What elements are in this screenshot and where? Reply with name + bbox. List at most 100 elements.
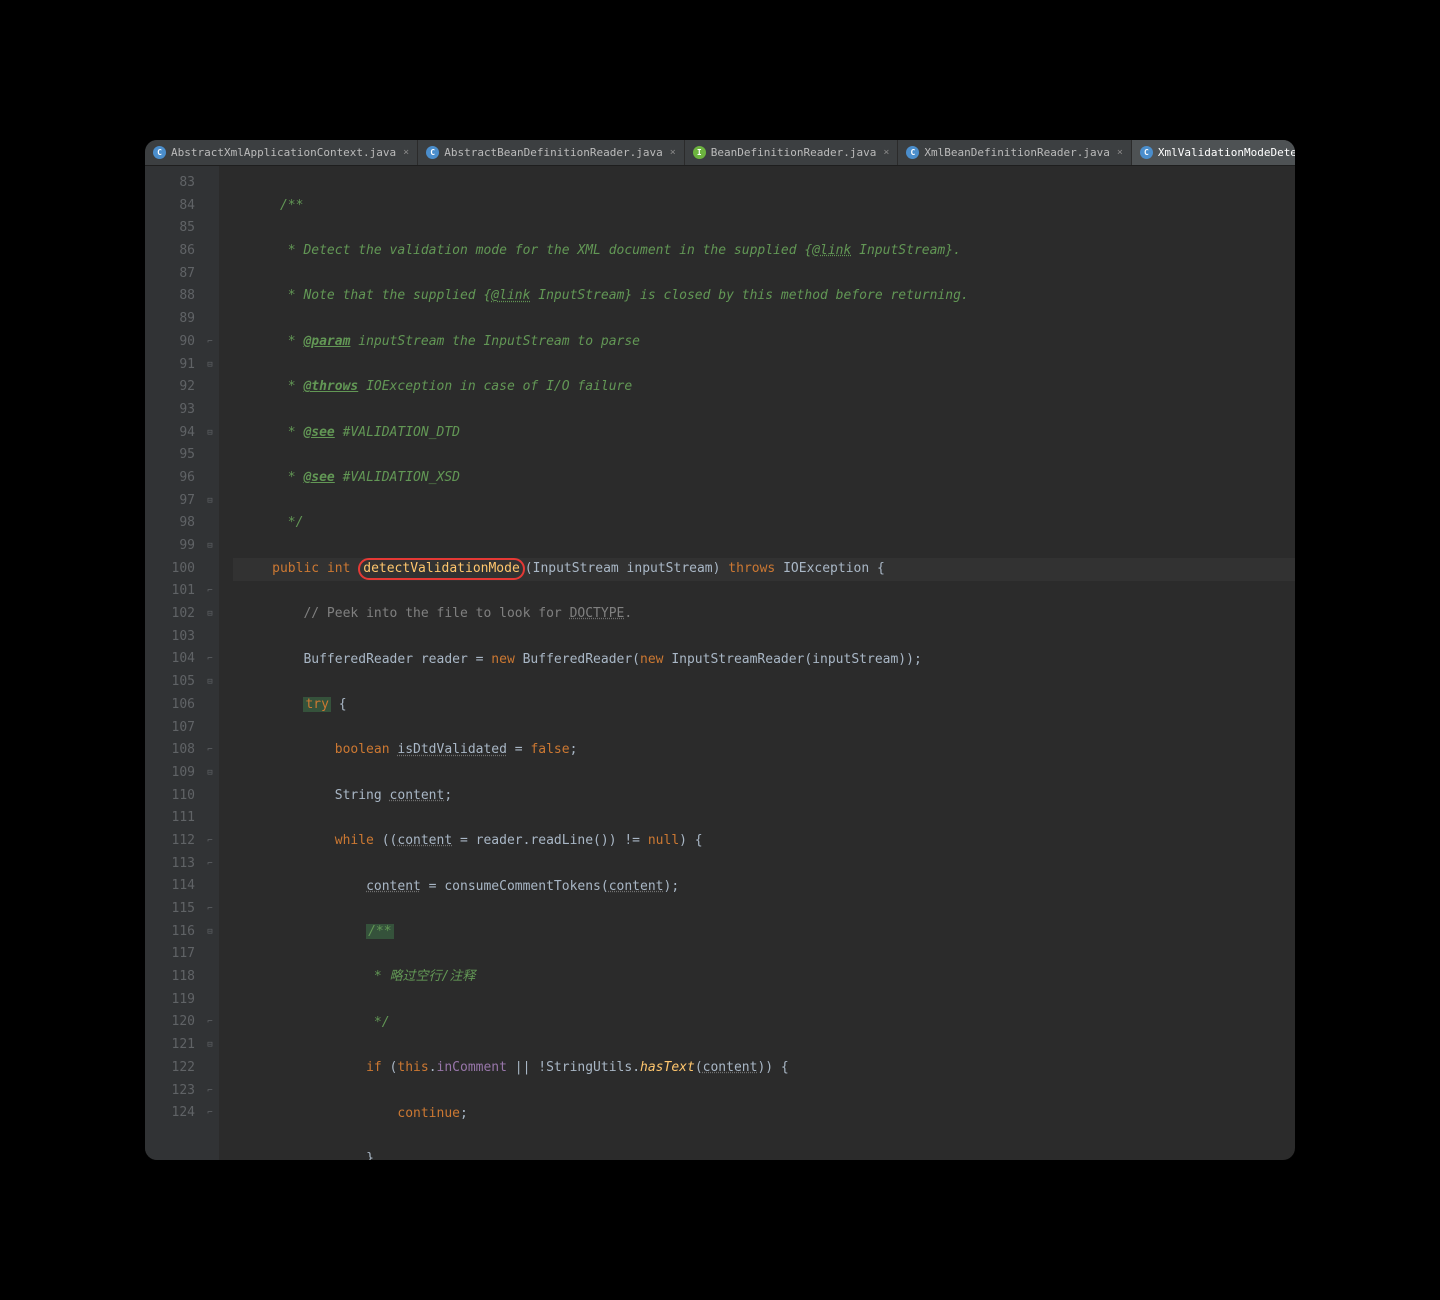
fold-marker[interactable] (201, 172, 219, 195)
line-number[interactable]: 114 (145, 875, 195, 898)
fold-marker[interactable]: ⊟ (201, 535, 219, 558)
fold-marker[interactable]: ⊟ (201, 354, 219, 377)
line-number[interactable]: 100 (145, 558, 195, 581)
fold-marker[interactable]: ⊟ (201, 490, 219, 513)
close-icon[interactable]: × (403, 147, 409, 158)
doc-open: /** (280, 198, 303, 213)
fold-marker[interactable]: ⌐ (201, 739, 219, 762)
line-number[interactable]: 112 (145, 830, 195, 853)
comment: . (624, 606, 632, 621)
line-number[interactable]: 123 (145, 1080, 195, 1103)
doc-see-tag: @see (303, 425, 334, 440)
fold-marker[interactable] (201, 512, 219, 535)
code-area[interactable]: /** * Detect the validation mode for the… (219, 166, 1295, 1160)
fold-marker[interactable]: ⌐ (201, 580, 219, 603)
editor-tab[interactable]: IBeanDefinitionReader.java× (685, 140, 899, 165)
editor-tab[interactable]: CAbstractXmlApplicationContext.java× (145, 140, 418, 165)
line-number[interactable]: 106 (145, 694, 195, 717)
close-icon[interactable]: × (1117, 147, 1123, 158)
line-number[interactable]: 93 (145, 399, 195, 422)
fold-marker[interactable] (201, 308, 219, 331)
line-number[interactable]: 101 (145, 580, 195, 603)
line-number[interactable]: 104 (145, 648, 195, 671)
fold-marker[interactable]: ⊟ (201, 422, 219, 445)
close-icon[interactable]: × (883, 147, 889, 158)
fold-marker[interactable] (201, 989, 219, 1012)
fold-marker[interactable]: ⌐ (201, 1011, 219, 1034)
line-number[interactable]: 110 (145, 785, 195, 808)
fold-marker[interactable] (201, 467, 219, 490)
fold-marker[interactable]: ⊟ (201, 921, 219, 944)
line-number[interactable]: 124 (145, 1102, 195, 1125)
fold-marker[interactable]: ⌐ (201, 1102, 219, 1125)
close-icon[interactable]: × (670, 147, 676, 158)
fold-marker[interactable] (201, 376, 219, 399)
line-number[interactable]: 95 (145, 444, 195, 467)
line-number[interactable]: 87 (145, 263, 195, 286)
fold-marker[interactable] (201, 558, 219, 581)
fold-marker[interactable] (201, 444, 219, 467)
line-number[interactable]: 83 (145, 172, 195, 195)
line-number[interactable]: 115 (145, 898, 195, 921)
fold-marker[interactable] (201, 285, 219, 308)
line-number[interactable]: 107 (145, 717, 195, 740)
fold-marker[interactable]: ⊟ (201, 762, 219, 785)
editor-tab[interactable]: CXmlValidationModeDetector.java× (1132, 140, 1295, 165)
fold-marker[interactable] (201, 217, 219, 240)
line-number[interactable]: 94 (145, 422, 195, 445)
line-number[interactable]: 108 (145, 739, 195, 762)
line-number[interactable]: 84 (145, 195, 195, 218)
fold-marker[interactable] (201, 807, 219, 830)
line-number[interactable]: 122 (145, 1057, 195, 1080)
line-number[interactable]: 90 (145, 331, 195, 354)
line-number[interactable]: 98 (145, 512, 195, 535)
line-number[interactable]: 121 (145, 1034, 195, 1057)
editor-tab[interactable]: CAbstractBeanDefinitionReader.java× (418, 140, 685, 165)
fold-marker[interactable] (201, 399, 219, 422)
fold-marker[interactable] (201, 785, 219, 808)
fold-marker[interactable]: ⌐ (201, 898, 219, 921)
fold-marker[interactable] (201, 626, 219, 649)
line-number[interactable]: 117 (145, 943, 195, 966)
fold-marker[interactable]: ⌐ (201, 830, 219, 853)
fold-marker[interactable] (201, 263, 219, 286)
fold-marker[interactable]: ⊟ (201, 671, 219, 694)
fold-marker[interactable] (201, 943, 219, 966)
line-number[interactable]: 85 (145, 217, 195, 240)
kw-try: try (303, 697, 330, 712)
line-number[interactable]: 86 (145, 240, 195, 263)
file-type-icon: C (906, 146, 919, 159)
line-number[interactable]: 91 (145, 354, 195, 377)
line-number[interactable]: 119 (145, 989, 195, 1012)
line-number[interactable]: 99 (145, 535, 195, 558)
fold-marker[interactable]: ⌐ (201, 1080, 219, 1103)
line-number[interactable]: 116 (145, 921, 195, 944)
fold-marker[interactable] (201, 966, 219, 989)
fold-marker[interactable] (201, 694, 219, 717)
line-number[interactable]: 120 (145, 1011, 195, 1034)
line-number[interactable]: 96 (145, 467, 195, 490)
fold-marker[interactable] (201, 1057, 219, 1080)
var: content (703, 1060, 758, 1075)
fold-marker[interactable]: ⌐ (201, 331, 219, 354)
line-number[interactable]: 102 (145, 603, 195, 626)
line-number[interactable]: 111 (145, 807, 195, 830)
fold-marker[interactable] (201, 875, 219, 898)
fold-marker[interactable] (201, 717, 219, 740)
editor-tab[interactable]: CXmlBeanDefinitionReader.java× (898, 140, 1131, 165)
line-number[interactable]: 103 (145, 626, 195, 649)
line-number[interactable]: 105 (145, 671, 195, 694)
line-number[interactable]: 88 (145, 285, 195, 308)
fold-marker[interactable]: ⌐ (201, 648, 219, 671)
line-number[interactable]: 92 (145, 376, 195, 399)
line-number[interactable]: 113 (145, 853, 195, 876)
line-number[interactable]: 118 (145, 966, 195, 989)
line-number[interactable]: 97 (145, 490, 195, 513)
fold-marker[interactable] (201, 195, 219, 218)
line-number[interactable]: 89 (145, 308, 195, 331)
line-number[interactable]: 109 (145, 762, 195, 785)
fold-marker[interactable]: ⌐ (201, 853, 219, 876)
fold-marker[interactable]: ⊟ (201, 603, 219, 626)
fold-marker[interactable] (201, 240, 219, 263)
fold-marker[interactable]: ⊟ (201, 1034, 219, 1057)
